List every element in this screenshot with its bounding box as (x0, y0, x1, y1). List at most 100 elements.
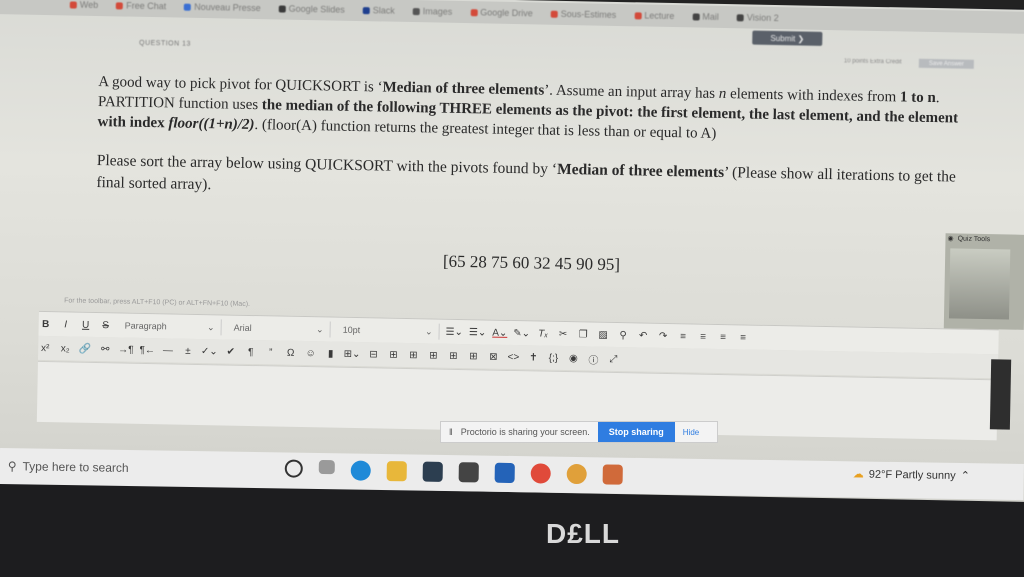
paragraph-select[interactable]: Paragraph ⌄ (118, 317, 222, 336)
code-button[interactable]: <> (506, 349, 520, 365)
edge-icon[interactable] (350, 460, 371, 481)
font-size-select[interactable]: 10pt ⌄ (336, 321, 440, 340)
search-icon[interactable]: ⚲ (616, 327, 630, 343)
bookmark-label: Web (79, 0, 99, 10)
taskbar-search[interactable]: ⚲ Type here to search (0, 453, 248, 483)
unlink-icon[interactable]: ⚯ (98, 341, 112, 357)
table-merge-icon[interactable]: ⊞ (446, 348, 460, 364)
question-number: QUESTION 13 (139, 39, 191, 48)
align-justify-icon[interactable]: ≡ (736, 329, 750, 345)
spellcheck-icon[interactable]: ✓⌄ (201, 343, 218, 359)
question-paragraph-2: Please sort the array below using QUICKS… (96, 150, 977, 211)
bullet-list-icon[interactable]: ☰⌄ (445, 324, 464, 340)
bookmark[interactable]: Google Slides (278, 3, 345, 15)
plus-minus-icon[interactable]: ± (181, 343, 195, 359)
link-icon[interactable]: 🔗 (78, 341, 92, 357)
bookmark-icon (116, 1, 124, 9)
store-icon[interactable] (458, 462, 479, 483)
copy-icon[interactable]: ❐ (576, 326, 590, 342)
input-array: [65 28 75 60 32 45 90 95] (442, 251, 621, 275)
app-icon[interactable] (422, 461, 443, 482)
bookmark[interactable]: Lecture (634, 10, 674, 21)
underline-button[interactable]: U (79, 317, 93, 333)
bookmark-icon (470, 8, 478, 16)
save-answer-button[interactable]: Save Answer (918, 58, 974, 69)
bookmark-icon (412, 7, 420, 15)
text-run: ’. Assume an input array has (544, 82, 719, 102)
redo-icon[interactable]: ↷ (656, 328, 670, 344)
bookmark[interactable]: Free Chat (116, 0, 166, 11)
checkmark-icon[interactable]: ✔ (224, 343, 238, 359)
search-placeholder: Type here to search (22, 459, 129, 475)
accessibility-icon[interactable]: ✝ (526, 349, 540, 365)
italic-button[interactable]: I (59, 316, 73, 332)
text-color-icon[interactable]: A⌄ (492, 325, 507, 341)
bookmark-icon[interactable]: ▮ (324, 345, 338, 361)
media-icon[interactable] (602, 464, 623, 485)
table-split-icon[interactable]: ⊞ (466, 348, 480, 364)
help-icon[interactable]: ⓘ (586, 350, 600, 366)
drag-handle-icon[interactable]: ‖ (449, 427, 453, 437)
horizontal-rule-icon[interactable]: — (161, 342, 175, 358)
table-row-icon[interactable]: ⊞ (386, 347, 400, 363)
bookmark[interactable]: Mail (692, 11, 719, 22)
file-explorer-icon[interactable] (386, 461, 407, 482)
fullscreen-icon[interactable]: ⤢ (606, 351, 620, 367)
bookmark[interactable]: Slack (362, 5, 395, 16)
table-delete-icon[interactable]: ⊠ (486, 349, 500, 365)
emoji-icon[interactable]: ☺ (304, 345, 318, 361)
bookmark[interactable]: Google Drive (470, 7, 533, 18)
weather-icon[interactable]: ☁ (853, 467, 864, 480)
stop-sharing-button[interactable]: Stop sharing (597, 422, 675, 442)
bookmark-label: Nouveau Presse (194, 1, 261, 14)
subscript-button[interactable]: x₂ (58, 340, 72, 356)
weather-text[interactable]: 92°F Partly sunny (869, 468, 956, 481)
bookmark[interactable]: Images (412, 6, 453, 17)
quiz-tools-label: Quiz Tools (957, 235, 991, 243)
bookmark[interactable]: Web (69, 0, 99, 10)
quiz-tools-header[interactable]: ◉ Quiz Tools (947, 234, 990, 243)
rtl-icon[interactable]: ¶← (139, 342, 155, 358)
table-cell-icon[interactable]: ⊞ (426, 347, 440, 363)
align-right-icon[interactable]: ≡ (716, 329, 730, 345)
clear-format-icon[interactable]: Tₓ (536, 325, 550, 341)
dell-logo: D£LL (546, 518, 620, 549)
special-char-button[interactable]: Ω (284, 345, 298, 361)
task-view-icon[interactable] (318, 459, 335, 475)
ltr-icon[interactable]: →¶ (118, 341, 134, 357)
chrome-canary-icon[interactable] (566, 463, 587, 485)
code-block-button[interactable]: {;} (546, 350, 560, 366)
hide-link[interactable]: Hide (683, 428, 699, 437)
mail-icon[interactable] (494, 462, 515, 484)
toolbar-hint: For the toolbar, press ALT+F10 (PC) or A… (64, 297, 251, 308)
undo-icon[interactable]: ↶ (636, 327, 650, 343)
numbered-list-icon[interactable]: ☰⌄ (469, 324, 487, 340)
strikethrough-button[interactable]: S (99, 317, 113, 333)
align-left-icon[interactable]: ≡ (676, 328, 690, 344)
bookmark-label: Lecture (644, 10, 675, 22)
table-props-icon[interactable]: ⊟ (366, 346, 380, 362)
bold-button[interactable]: B (39, 316, 53, 332)
bookmark[interactable]: Sous-Estimes (550, 9, 616, 20)
submit-button[interactable]: Submit ❯ (752, 30, 823, 46)
superscript-button[interactable]: x² (38, 340, 52, 356)
cortana-icon[interactable] (284, 459, 303, 478)
bookmark-label: Images (422, 6, 453, 17)
align-center-icon[interactable]: ≡ (696, 329, 710, 345)
preview-icon[interactable]: ◉ (566, 350, 580, 366)
highlight-icon[interactable]: ✎⌄ (513, 325, 530, 341)
paste-icon[interactable]: ▨ (596, 327, 610, 343)
bookmark[interactable]: Nouveau Presse (184, 2, 261, 13)
font-select[interactable]: Arial ⌄ (227, 319, 331, 338)
pilcrow-button[interactable]: ¶ (244, 344, 258, 360)
photo-scene: Web Free Chat Nouveau Presse Google Slid… (0, 0, 1024, 577)
bookmark-icon (692, 12, 700, 21)
chrome-icon[interactable] (530, 463, 551, 484)
font-select-value: Arial (233, 322, 252, 334)
chevron-up-icon[interactable]: ⌃ (961, 469, 970, 482)
table-col-icon[interactable]: ⊞ (406, 347, 420, 363)
cut-icon[interactable]: ✂ (556, 326, 570, 342)
table-icon[interactable]: ⊞⌄ (344, 346, 361, 362)
blockquote-button[interactable]: ” (264, 344, 278, 360)
bookmark[interactable]: Vision 2 (736, 12, 779, 23)
